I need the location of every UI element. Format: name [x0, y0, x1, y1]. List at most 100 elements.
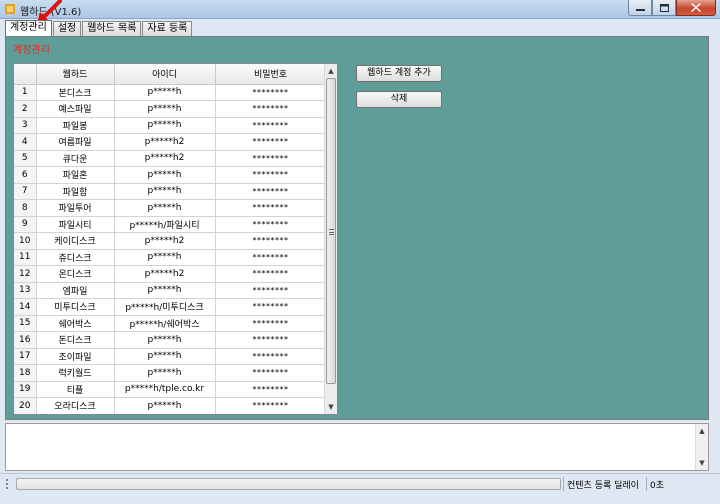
- webhard-cell[interactable]: 큐다운: [36, 150, 115, 167]
- account-grid[interactable]: 웹하드 아이디 비밀번호 1 본디스크 p*****h ******** 2 예스파일 p*…: [13, 63, 338, 415]
- add-account-button[interactable]: 웹하드 계정 추가: [356, 65, 442, 82]
- password-column-header[interactable]: 비밀번호: [215, 64, 327, 85]
- id-cell[interactable]: p*****h: [114, 166, 216, 184]
- id-column-header[interactable]: 아이디: [114, 64, 216, 85]
- webhard-cell[interactable]: 미투디스크: [36, 298, 115, 316]
- password-cell[interactable]: ********: [215, 298, 327, 316]
- password-cell[interactable]: ********: [215, 183, 327, 200]
- id-cell[interactable]: p*****h: [114, 100, 216, 118]
- password-cell[interactable]: ********: [215, 331, 327, 349]
- webhard-cell[interactable]: 온디스크: [36, 265, 115, 283]
- close-button[interactable]: [676, 0, 716, 16]
- password-cell[interactable]: ********: [215, 364, 327, 382]
- id-cell[interactable]: p*****h: [114, 331, 216, 349]
- table-row[interactable]: 14 미투디스크 p*****h/미투디스크 ********: [14, 298, 327, 316]
- tab-settings[interactable]: 설정: [52, 21, 82, 36]
- table-row[interactable]: 1 본디스크 p*****h ********: [14, 84, 327, 101]
- log-scroll-up-icon[interactable]: ▲: [696, 425, 708, 437]
- id-cell[interactable]: p*****h2: [114, 265, 216, 283]
- tab-account-management[interactable]: 계정관리: [5, 20, 52, 36]
- id-cell[interactable]: p*****h: [114, 199, 216, 217]
- id-cell[interactable]: p*****h/미투디스크: [114, 298, 216, 316]
- password-cell[interactable]: ********: [215, 315, 327, 332]
- table-row[interactable]: 13 엠파일 p*****h ********: [14, 282, 327, 299]
- table-row[interactable]: 5 큐다운 p*****h2 ********: [14, 150, 327, 167]
- table-row[interactable]: 11 쥬디스크 p*****h ********: [14, 249, 327, 266]
- table-row[interactable]: 7 파일함 p*****h ********: [14, 183, 327, 200]
- password-cell[interactable]: ********: [215, 84, 327, 101]
- webhard-cell[interactable]: 예스파일: [36, 100, 115, 118]
- password-cell[interactable]: ********: [215, 117, 327, 134]
- tab-content-upload[interactable]: 자료 등록: [142, 21, 193, 36]
- webhard-column-header[interactable]: 웹하드: [36, 64, 115, 85]
- webhard-cell[interactable]: 본디스크: [36, 84, 115, 101]
- id-cell[interactable]: p*****h: [114, 84, 216, 101]
- table-row[interactable]: 3 파일봉 p*****h ********: [14, 117, 327, 134]
- table-row[interactable]: 4 여름파일 p*****h2 ********: [14, 133, 327, 151]
- webhard-cell[interactable]: 케이디스크: [36, 232, 115, 250]
- webhard-cell[interactable]: 파일투어: [36, 199, 115, 217]
- webhard-cell[interactable]: 여름파일: [36, 133, 115, 151]
- id-cell[interactable]: p*****h2: [114, 150, 216, 167]
- webhard-cell[interactable]: 파일시티: [36, 216, 115, 233]
- webhard-cell[interactable]: 티플: [36, 381, 115, 398]
- password-cell[interactable]: ********: [215, 348, 327, 365]
- id-cell[interactable]: p*****h/파일시티: [114, 216, 216, 233]
- log-scroll-down-icon[interactable]: ▼: [696, 457, 708, 469]
- log-textarea[interactable]: ▲ ▼: [5, 423, 709, 471]
- id-cell[interactable]: p*****h: [114, 282, 216, 299]
- password-cell[interactable]: ********: [215, 199, 327, 217]
- webhard-cell[interactable]: 쉐어박스: [36, 315, 115, 332]
- table-row[interactable]: 17 조이파일 p*****h ********: [14, 348, 327, 365]
- table-row[interactable]: 20 오라디스크 p*****h ********: [14, 397, 327, 414]
- password-cell[interactable]: ********: [215, 133, 327, 151]
- id-cell[interactable]: p*****h/쉐어박스: [114, 315, 216, 332]
- table-row[interactable]: 10 케이디스크 p*****h2 ********: [14, 232, 327, 250]
- scroll-up-icon[interactable]: ▲: [325, 65, 337, 77]
- webhard-cell[interactable]: 파일봉: [36, 117, 115, 134]
- grid-scrollbar[interactable]: ▲ ▼: [324, 64, 337, 414]
- table-row[interactable]: 18 럭키월드 p*****h ********: [14, 364, 327, 382]
- table-row[interactable]: 6 파일혼 p*****h ********: [14, 166, 327, 184]
- table-row[interactable]: 8 파일투어 p*****h ********: [14, 199, 327, 217]
- password-cell[interactable]: ********: [215, 232, 327, 250]
- webhard-cell[interactable]: 파일함: [36, 183, 115, 200]
- webhard-cell[interactable]: 엠파일: [36, 282, 115, 299]
- password-cell[interactable]: ********: [215, 397, 327, 414]
- password-cell[interactable]: ********: [215, 100, 327, 118]
- delete-button[interactable]: 삭제: [356, 91, 442, 108]
- id-cell[interactable]: p*****h: [114, 249, 216, 266]
- password-cell[interactable]: ********: [215, 265, 327, 283]
- id-cell[interactable]: p*****h: [114, 348, 216, 365]
- password-cell[interactable]: ********: [215, 282, 327, 299]
- password-cell[interactable]: ********: [215, 381, 327, 398]
- id-cell[interactable]: p*****h: [114, 117, 216, 134]
- webhard-cell[interactable]: 럭키월드: [36, 364, 115, 382]
- id-cell[interactable]: p*****h: [114, 183, 216, 200]
- webhard-cell[interactable]: 파일혼: [36, 166, 115, 184]
- webhard-cell[interactable]: 쥬디스크: [36, 249, 115, 266]
- webhard-cell[interactable]: 돈디스크: [36, 331, 115, 349]
- table-row[interactable]: 2 예스파일 p*****h ********: [14, 100, 327, 118]
- table-row[interactable]: 15 쉐어박스 p*****h/쉐어박스 ********: [14, 315, 327, 332]
- table-row[interactable]: 19 티플 p*****h/tple.co.kr ********: [14, 381, 327, 398]
- id-cell[interactable]: p*****h2: [114, 133, 216, 151]
- id-cell[interactable]: p*****h2: [114, 232, 216, 250]
- maximize-button[interactable]: [652, 0, 676, 16]
- table-row[interactable]: 12 온디스크 p*****h2 ********: [14, 265, 327, 283]
- webhard-cell[interactable]: 오라디스크: [36, 397, 115, 414]
- password-cell[interactable]: ********: [215, 166, 327, 184]
- password-cell[interactable]: ********: [215, 150, 327, 167]
- webhard-cell[interactable]: 조이파일: [36, 348, 115, 365]
- scroll-down-icon[interactable]: ▼: [325, 401, 337, 413]
- scroll-thumb[interactable]: [326, 78, 336, 384]
- password-cell[interactable]: ********: [215, 249, 327, 266]
- id-cell[interactable]: p*****h: [114, 364, 216, 382]
- minimize-button[interactable]: [628, 0, 652, 16]
- id-cell[interactable]: p*****h/tple.co.kr: [114, 381, 216, 398]
- table-row[interactable]: 16 돈디스크 p*****h ********: [14, 331, 327, 349]
- tab-webhard-list[interactable]: 웹하드 목록: [82, 21, 142, 36]
- password-cell[interactable]: ********: [215, 216, 327, 233]
- id-cell[interactable]: p*****h: [114, 397, 216, 414]
- table-row[interactable]: 9 파일시티 p*****h/파일시티 ********: [14, 216, 327, 233]
